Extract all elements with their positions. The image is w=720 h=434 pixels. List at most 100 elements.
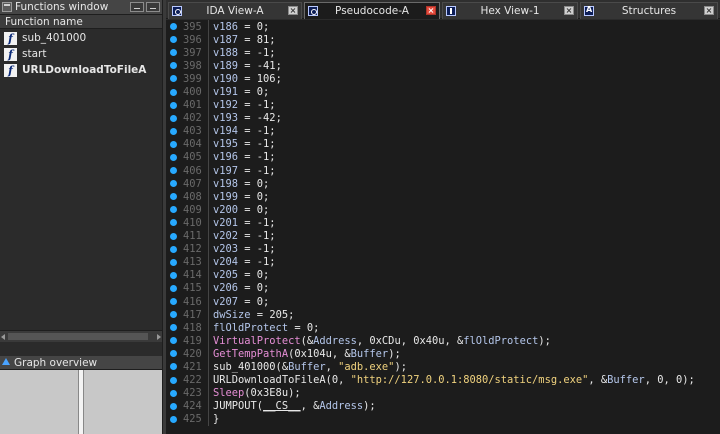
function-list-horizontal-scrollbar[interactable] <box>0 330 162 342</box>
code-line[interactable]: 416 v207 = 0; <box>166 294 720 309</box>
code-token[interactable]: JUMPOUT( <box>213 400 263 412</box>
code-token[interactable]: __CS__ <box>263 400 301 412</box>
code-token[interactable]: = 0; <box>238 191 269 203</box>
code-token[interactable]: v193 <box>213 112 238 124</box>
code-token[interactable]: = 0; <box>238 178 269 190</box>
code-token[interactable]: dwSize <box>213 309 251 321</box>
close-icon[interactable]: × <box>564 6 574 15</box>
breakpoint-dot-icon[interactable] <box>170 180 177 188</box>
breakpoint-dot-icon[interactable] <box>170 23 177 31</box>
code-line[interactable]: 423 Sleep (0x3E8u); <box>166 386 720 400</box>
code-token[interactable]: v192 <box>213 99 238 111</box>
code-line[interactable]: 421 sub_401000(& Buffer, "adb.exe"); <box>166 360 720 374</box>
code-token[interactable]: v207 <box>213 296 238 308</box>
graph-overview-viewport[interactable] <box>78 370 84 434</box>
code-line[interactable]: 402 v193 = -42; <box>166 111 720 125</box>
code-line[interactable]: 412 v203 = -1; <box>166 242 720 256</box>
code-line[interactable]: 418 flOldProtect = 0; <box>166 321 720 335</box>
code-token[interactable]: v190 <box>213 73 238 85</box>
code-token[interactable]: v206 <box>213 282 238 294</box>
code-token[interactable]: v195 <box>213 138 238 150</box>
code-token[interactable]: v202 <box>213 230 238 242</box>
breakpoint-dot-icon[interactable] <box>170 376 177 384</box>
code-token[interactable]: v200 <box>213 204 238 216</box>
code-line[interactable]: 413 v204 = -1; <box>166 255 720 269</box>
code-token[interactable]: v189 <box>213 60 238 72</box>
code-token[interactable]: "adb.exe" <box>338 361 394 373</box>
minimize-icon[interactable] <box>130 2 144 12</box>
code-line[interactable]: 395 v186 = 0; <box>166 20 720 34</box>
code-token[interactable]: , <box>326 361 339 373</box>
graph-overview-titlebar[interactable]: Graph overview <box>0 356 162 370</box>
code-token[interactable]: , 0, 0); <box>645 374 695 386</box>
code-line[interactable]: 399 v190 = 106; <box>166 72 720 86</box>
code-token[interactable]: , & <box>588 374 607 386</box>
code-token[interactable]: v198 <box>213 178 238 190</box>
function-list-item[interactable]: f URLDownloadToFileA <box>0 62 162 78</box>
code-token[interactable]: Buffer <box>607 374 645 386</box>
code-token[interactable]: = 0; <box>238 86 269 98</box>
code-token[interactable]: ); <box>394 361 407 373</box>
code-token[interactable]: , 0xCDu, 0x40u, & <box>357 335 463 347</box>
code-token[interactable]: , & <box>301 400 320 412</box>
code-token[interactable]: = -1; <box>238 243 275 255</box>
code-token[interactable]: (& <box>301 335 314 347</box>
code-line[interactable]: 398 v189 = -41; <box>166 59 720 73</box>
breakpoint-dot-icon[interactable] <box>170 36 177 44</box>
function-list[interactable]: f sub_401000 f start f URLDownloadToFile… <box>0 30 162 330</box>
code-line[interactable]: 422 URLDownloadToFileA(0, "http://127.0.0… <box>166 373 720 387</box>
tab-pseudocode-a[interactable]: Pseudocode-A × <box>304 2 440 19</box>
code-token[interactable]: = 81; <box>238 34 275 46</box>
breakpoint-dot-icon[interactable] <box>170 350 177 358</box>
code-token[interactable]: v205 <box>213 269 238 281</box>
pseudocode-view[interactable]: 395 v186 = 0; 396 v187 = 81; 397 v188 = -1; 39… <box>166 20 720 434</box>
code-line[interactable]: 415 v206 = 0; <box>166 281 720 295</box>
tab-structures[interactable]: Structures × <box>580 2 718 19</box>
breakpoint-dot-icon[interactable] <box>170 140 177 148</box>
code-token[interactable]: Buffer <box>288 361 326 373</box>
code-token[interactable]: Address <box>313 335 357 347</box>
code-token[interactable]: v203 <box>213 243 238 255</box>
tab-ida-view-a[interactable]: IDA View-A × <box>168 2 302 19</box>
code-token[interactable]: Address <box>319 400 363 412</box>
code-token[interactable]: = 0; <box>238 269 269 281</box>
code-token[interactable]: v197 <box>213 165 238 177</box>
code-line[interactable]: 419 VirtualProtect (& Address, 0xCDu, 0x40u… <box>166 334 720 348</box>
code-line[interactable]: 396 v187 = 81; <box>166 33 720 47</box>
breakpoint-dot-icon[interactable] <box>170 258 177 266</box>
code-token[interactable]: = -1; <box>238 99 275 111</box>
breakpoint-dot-icon[interactable] <box>170 114 177 122</box>
scroll-left-icon[interactable] <box>1 334 5 340</box>
breakpoint-dot-icon[interactable] <box>170 127 177 135</box>
code-line[interactable]: 424 JUMPOUT(__CS__, & Address); <box>166 399 720 413</box>
code-token[interactable]: = -1; <box>238 47 275 59</box>
code-token[interactable]: Sleep <box>213 387 244 399</box>
breakpoint-dot-icon[interactable] <box>170 337 177 345</box>
code-token[interactable]: = -1; <box>238 151 275 163</box>
code-token[interactable]: v191 <box>213 86 238 98</box>
close-icon[interactable]: × <box>426 6 436 15</box>
breakpoint-dot-icon[interactable] <box>170 271 177 279</box>
code-line[interactable]: 404 v195 = -1; <box>166 137 720 151</box>
code-line[interactable]: 407 v198 = 0; <box>166 177 720 191</box>
breakpoint-dot-icon[interactable] <box>170 193 177 201</box>
code-token[interactable]: URLDownloadToFileA(0, <box>213 374 351 386</box>
code-token[interactable]: v196 <box>213 151 238 163</box>
scroll-right-icon[interactable] <box>157 334 161 340</box>
close-icon[interactable]: × <box>288 6 298 15</box>
code-line[interactable]: 417 dwSize = 205; <box>166 308 720 322</box>
breakpoint-dot-icon[interactable] <box>170 311 177 319</box>
code-token[interactable]: = -1; <box>238 256 275 268</box>
breakpoint-dot-icon[interactable] <box>170 232 177 240</box>
breakpoint-dot-icon[interactable] <box>170 167 177 175</box>
code-token[interactable]: v188 <box>213 47 238 59</box>
code-line[interactable]: 401 v192 = -1; <box>166 98 720 112</box>
code-token[interactable]: v186 <box>213 21 238 33</box>
code-token[interactable]: v199 <box>213 191 238 203</box>
code-token[interactable]: = 205; <box>251 309 295 321</box>
functions-window-titlebar[interactable]: Functions window <box>0 0 162 15</box>
code-token[interactable]: ); <box>388 348 401 360</box>
code-token[interactable]: flOldProtect <box>213 322 288 334</box>
float-window-icon[interactable] <box>146 2 160 12</box>
breakpoint-dot-icon[interactable] <box>170 389 177 397</box>
